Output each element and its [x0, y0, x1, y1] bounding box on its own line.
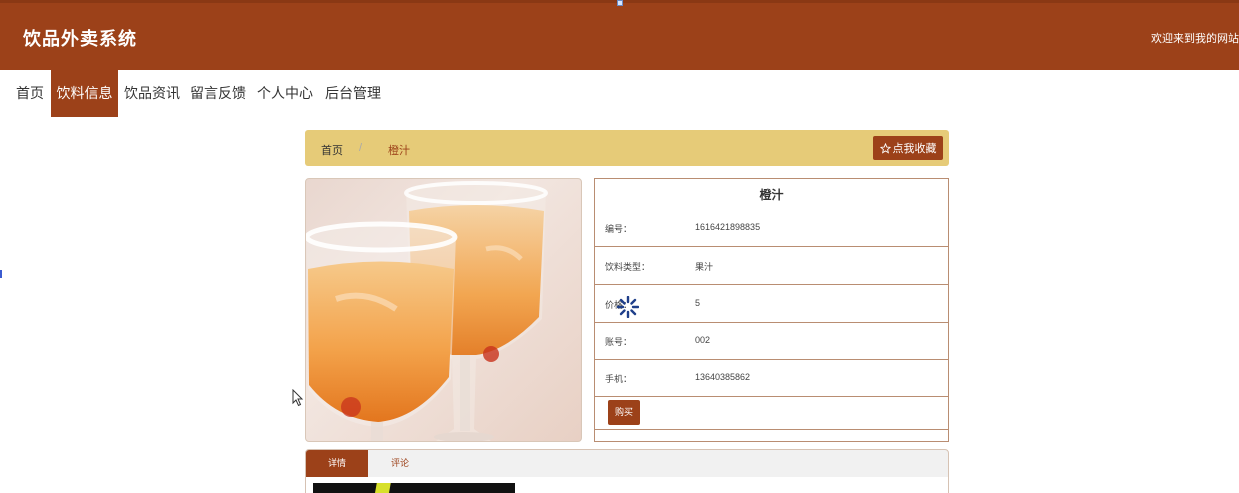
loading-spinner-icon — [617, 296, 639, 318]
breadcrumb-separator: / — [359, 142, 363, 154]
favorite-button[interactable]: 点我收藏 — [873, 136, 943, 160]
info-label: 账号： — [605, 337, 633, 347]
tab-details[interactable]: 详情 — [306, 450, 368, 477]
product-info-table: 橙汁 编号： 1616421898835 饮料类型： 果汁 价格： 5 账号： … — [594, 178, 949, 442]
info-value: 果汁 — [695, 262, 714, 272]
main-nav: 首页 饮料信息 饮品资讯 留言反馈 个人中心 后台管理 — [0, 70, 1239, 117]
table-divider — [595, 429, 948, 430]
nav-item-personal-center[interactable]: 个人中心 — [255, 70, 315, 117]
nav-item-home[interactable]: 首页 — [10, 70, 50, 117]
welcome-text: 欢迎来到我的网站 — [1151, 33, 1239, 45]
info-row-phone: 手机： 13640385862 — [595, 359, 948, 397]
tab-comments[interactable]: 评论 — [368, 450, 432, 477]
product-image — [305, 178, 582, 442]
breadcrumb-home-link[interactable]: 首页 — [321, 142, 343, 158]
tab-content — [306, 477, 948, 493]
detail-image — [313, 483, 515, 493]
info-row-price: 价格： 5 — [595, 285, 948, 323]
breadcrumb-current: 橙汁 — [388, 145, 410, 157]
edge-marker — [0, 270, 2, 278]
info-row-type: 饮料类型： 果汁 — [595, 247, 948, 285]
detail-image-stripe — [373, 483, 391, 493]
nav-item-admin[interactable]: 后台管理 — [322, 70, 384, 117]
site-brand[interactable]: 饮品外卖系统 — [23, 25, 137, 51]
drink-photo — [306, 181, 548, 441]
selection-handle-icon — [617, 0, 623, 6]
favorite-button-label: 点我收藏 — [892, 143, 937, 155]
nav-item-drink-news[interactable]: 饮品资讯 — [122, 70, 182, 117]
nav-item-drink-info[interactable]: 饮料信息 — [51, 70, 118, 117]
info-label: 手机： — [605, 374, 633, 384]
product-title: 橙汁 — [759, 188, 784, 202]
info-value: 1616421898835 — [695, 222, 761, 232]
buy-button[interactable]: 购买 — [608, 400, 640, 425]
info-value: 002 — [695, 335, 711, 345]
mouse-cursor-icon — [292, 389, 304, 407]
info-value: 5 — [695, 298, 701, 308]
info-label: 编号： — [605, 224, 633, 234]
nav-item-feedback[interactable]: 留言反馈 — [188, 70, 248, 117]
info-label: 饮料类型： — [605, 262, 651, 272]
info-value: 13640385862 — [695, 372, 751, 382]
breadcrumb: 首页 / 橙汁 点我收藏 — [305, 130, 949, 166]
top-header: 饮品外卖系统 欢迎来到我的网站 — [0, 0, 1239, 70]
star-outline-icon — [879, 142, 891, 154]
info-row-account: 账号： 002 — [595, 322, 948, 360]
detail-tabs: 详情 评论 — [305, 449, 949, 493]
info-row-id: 编号： 1616421898835 — [595, 209, 948, 247]
